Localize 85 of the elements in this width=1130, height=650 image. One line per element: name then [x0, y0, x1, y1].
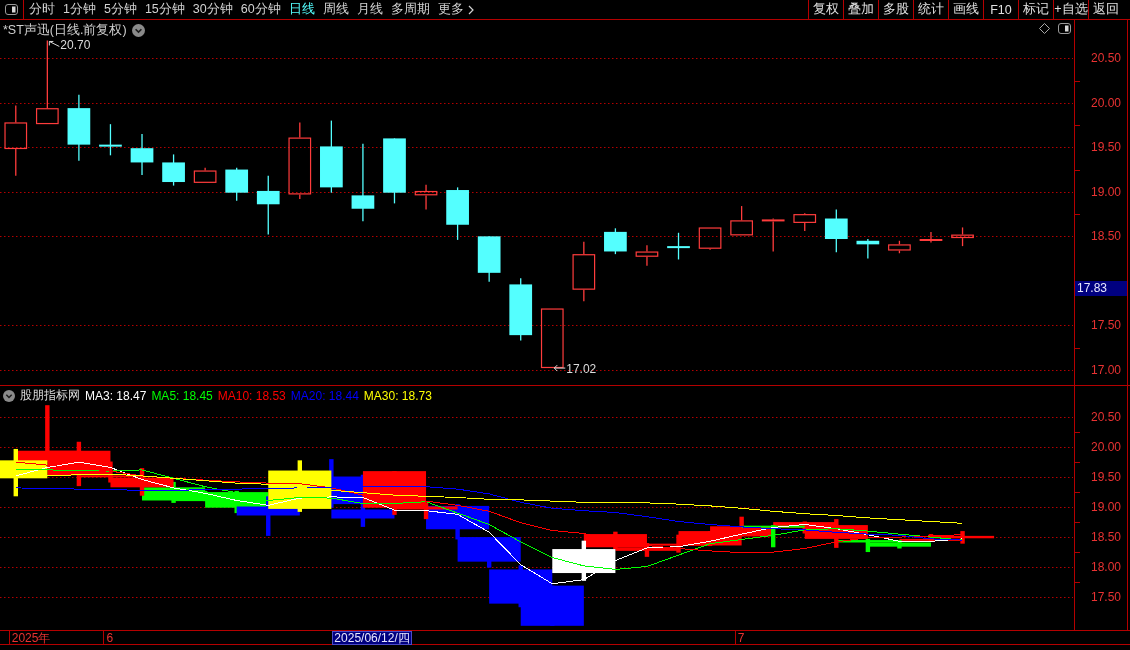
- candle: [446, 186, 469, 241]
- toolbar-button[interactable]: +自选: [1053, 0, 1088, 19]
- panel-icon: [5, 4, 18, 15]
- candle: [793, 212, 817, 232]
- axis-label: 17.50: [1090, 590, 1121, 605]
- dropdown-icon[interactable]: [131, 24, 145, 37]
- legend-item: MA20: 18.44: [290, 388, 359, 403]
- candle: [477, 235, 501, 283]
- candle: [225, 167, 249, 202]
- date-label: 2025年: [11, 630, 51, 645]
- candle: [919, 231, 943, 244]
- candle: [414, 184, 438, 211]
- candle: [635, 244, 659, 267]
- candle: [193, 167, 217, 184]
- toolbar-button[interactable]: 统计: [913, 0, 948, 19]
- candle: [951, 226, 974, 247]
- toolbar-button[interactable]: 多股: [878, 0, 913, 19]
- candle-block: [520, 585, 584, 626]
- period-tab[interactable]: 月线: [356, 1, 383, 18]
- axis-label: 19.50: [1090, 140, 1121, 155]
- axis-label: 17.50: [1090, 318, 1121, 333]
- period-tab[interactable]: 日线: [288, 1, 315, 18]
- toolbar-button[interactable]: 返回: [1088, 0, 1123, 19]
- candle: [604, 227, 627, 255]
- legend-item: MA10: 18.53: [217, 388, 286, 403]
- period-tab[interactable]: 30分钟: [192, 1, 233, 18]
- panel-icon[interactable]: [1058, 23, 1071, 34]
- toolbar-button[interactable]: 复权: [808, 0, 843, 19]
- axis-label: 19.00: [1090, 500, 1121, 515]
- chevron-right-icon: [467, 4, 474, 15]
- chart-title: *ST声迅(日线.前复权): [3, 22, 127, 39]
- candle: [256, 175, 280, 236]
- price-label: 17.02: [566, 361, 597, 376]
- candle-block: [0, 448, 48, 497]
- axis-label: 20.50: [1090, 410, 1121, 425]
- legend-item: MA30: 18.73: [363, 388, 432, 403]
- price-label: 20.70: [60, 38, 91, 53]
- candle: [667, 232, 690, 261]
- candle: [162, 153, 185, 187]
- candle: [698, 226, 722, 251]
- candle: [572, 241, 596, 302]
- period-tab[interactable]: 多周期: [390, 1, 430, 18]
- diamond-icon[interactable]: [1039, 23, 1050, 34]
- toolbar-button[interactable]: 叠加: [843, 0, 878, 19]
- more-menu[interactable]: 更多: [437, 1, 474, 18]
- price-tag: 17.83: [1075, 280, 1127, 296]
- period-tab[interactable]: 分时: [29, 1, 55, 18]
- axis-label: 17.00: [1090, 362, 1121, 377]
- axis-label: 18.50: [1090, 229, 1121, 244]
- toolbar-button[interactable]: 标记: [1018, 0, 1053, 19]
- candle: [67, 94, 91, 162]
- axis-label: 19.00: [1090, 184, 1121, 199]
- axis-label: 20.00: [1090, 440, 1121, 455]
- period-tab[interactable]: 周线: [322, 1, 349, 18]
- toolbar-button[interactable]: 画线: [948, 0, 983, 19]
- axis-label: 18.50: [1090, 530, 1121, 545]
- arrow-icon: [48, 41, 60, 47]
- period-tab[interactable]: 60分钟: [240, 1, 281, 18]
- arrow-icon: [553, 364, 566, 372]
- axis-label: 18.00: [1090, 560, 1121, 575]
- indicator-title: 股朋指标网: [20, 387, 80, 404]
- date-label: 7: [737, 630, 745, 645]
- period-tab[interactable]: 1分钟: [63, 1, 96, 18]
- candle: [130, 133, 154, 176]
- axis-label: 20.00: [1090, 95, 1121, 110]
- period-tab[interactable]: 5分钟: [103, 1, 137, 18]
- date-tag: 2025/06/12/四: [332, 631, 412, 645]
- legend-item: MA3: 18.47: [85, 388, 147, 403]
- dropdown-icon[interactable]: [3, 389, 15, 402]
- candle: [761, 217, 785, 253]
- candle: [888, 240, 911, 254]
- date-label: 6: [106, 630, 114, 645]
- candle: [509, 277, 533, 342]
- candle: [99, 123, 122, 156]
- candle: [824, 208, 848, 253]
- legend-item: MA5: 18.45: [151, 388, 213, 403]
- candle: [540, 307, 564, 369]
- period-tab[interactable]: 15分钟: [144, 1, 185, 18]
- toolbar-button[interactable]: F10: [983, 0, 1018, 19]
- axis-label: 19.50: [1090, 470, 1121, 485]
- candle: [383, 137, 406, 205]
- candle: [856, 238, 880, 260]
- candle-block: [457, 537, 521, 568]
- candle: [730, 205, 753, 237]
- axis-label: 20.50: [1090, 51, 1121, 66]
